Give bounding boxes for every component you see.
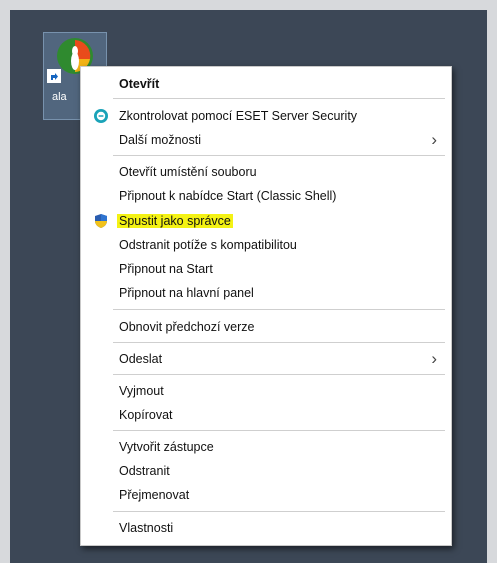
menu-item-delete[interactable]: Odstranit — [81, 460, 451, 482]
menu-item-copy[interactable]: Kopírovat — [81, 404, 451, 426]
menu-separator — [113, 511, 445, 512]
menu-item-label: Otevřít — [119, 77, 160, 91]
menu-item-label: Odeslat — [119, 352, 163, 366]
menu-item-send-to[interactable]: Odeslat › — [81, 348, 451, 370]
menu-item-label: Další možnosti — [119, 133, 201, 147]
menu-item-troubleshoot-compatibility[interactable]: Odstranit potíže s kompatibilitou — [81, 234, 451, 256]
menu-item-restore-previous-versions[interactable]: Obnovit předchozí verze — [81, 316, 451, 338]
menu-item-label: Připnout na hlavní panel — [119, 286, 254, 300]
menu-separator — [113, 155, 445, 156]
menu-item-label: Zkontrolovat pomocí ESET Server Security — [119, 109, 358, 123]
menu-item-label: Odstranit — [119, 464, 170, 478]
menu-item-create-shortcut[interactable]: Vytvořit zástupce — [81, 436, 451, 458]
menu-item-pin-to-start[interactable]: Připnout na Start — [81, 258, 451, 280]
menu-item-pin-to-taskbar[interactable]: Připnout na hlavní panel — [81, 282, 451, 304]
menu-item-label: Vyjmout — [119, 384, 164, 398]
menu-item-label: Vlastnosti — [119, 521, 174, 535]
context-menu: Otevřít Zkontrolovat pomocí ESET Server … — [80, 66, 452, 546]
menu-separator — [113, 342, 445, 343]
menu-item-label: Kopírovat — [119, 408, 173, 422]
menu-item-label: Vytvořit zástupce — [119, 440, 214, 454]
menu-separator — [113, 98, 445, 99]
menu-separator — [113, 309, 445, 310]
menu-item-label: Obnovit předchozí verze — [119, 320, 255, 334]
shortcut-arrow-icon — [47, 69, 61, 83]
menu-item-label: Připnout na Start — [119, 262, 213, 276]
desktop: ala Otevřít Zkontrolovat pomocí ESET Ser… — [10, 10, 487, 563]
menu-separator — [113, 430, 445, 431]
menu-item-run-as-admin[interactable]: Spustit jako správce — [81, 210, 451, 232]
uac-shield-icon — [95, 214, 107, 228]
chevron-right-icon: › — [431, 349, 437, 368]
menu-item-label: Odstranit potíže s kompatibilitou — [119, 238, 297, 252]
menu-separator — [113, 374, 445, 375]
menu-item-cut[interactable]: Vyjmout — [81, 380, 451, 402]
eset-icon — [94, 109, 108, 123]
menu-item-eset-scan[interactable]: Zkontrolovat pomocí ESET Server Security — [81, 105, 451, 127]
chevron-right-icon: › — [431, 130, 437, 149]
menu-item-label: Přejmenovat — [119, 488, 190, 502]
menu-item-label: Otevřít umístění souboru — [119, 165, 257, 179]
menu-item-label: Spustit jako správce — [117, 214, 233, 228]
menu-item-rename[interactable]: Přejmenovat — [81, 484, 451, 506]
menu-item-open[interactable]: Otevřít — [81, 73, 451, 95]
menu-item-properties[interactable]: Vlastnosti — [81, 517, 451, 539]
menu-item-pin-classic-shell[interactable]: Připnout k nabídce Start (Classic Shell) — [81, 185, 451, 207]
menu-item-more-options[interactable]: Další možnosti › — [81, 129, 451, 151]
menu-item-label: Připnout k nabídce Start (Classic Shell) — [119, 189, 337, 203]
menu-item-open-file-location[interactable]: Otevřít umístění souboru — [81, 161, 451, 183]
